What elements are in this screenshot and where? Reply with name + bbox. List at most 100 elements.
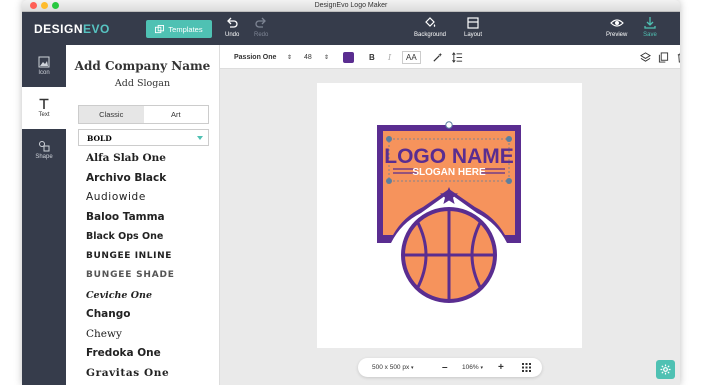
redo-button[interactable]: Redo — [254, 16, 268, 38]
title-bar: DesignEvo Logo Maker — [22, 0, 680, 12]
spacing-button[interactable] — [452, 45, 463, 69]
delete-button[interactable] — [676, 45, 680, 69]
font-item[interactable]: Fredoka One — [86, 344, 219, 364]
templates-label: Templates — [168, 24, 203, 34]
font-item[interactable]: Audiowide — [86, 188, 219, 208]
font-filter-value: BOLD — [87, 134, 112, 143]
font-list: Alfa Slab One Archivo Black Audiowide Ba… — [86, 149, 219, 383]
redo-icon — [255, 17, 267, 28]
zoom-in-button[interactable]: + — [498, 358, 504, 377]
font-item[interactable]: BUNGEE SHADE — [86, 266, 219, 286]
resize-handle[interactable] — [386, 136, 392, 142]
font-item[interactable]: Black Ops One — [86, 227, 219, 247]
bold-button[interactable]: B — [369, 45, 375, 69]
nav-icon-label: Icon — [38, 70, 50, 76]
nav-item-text[interactable]: Text — [22, 87, 66, 129]
layout-icon — [467, 17, 479, 29]
nav-item-icon[interactable]: Icon — [22, 45, 66, 87]
templates-icon — [155, 24, 165, 33]
brand-logo[interactable]: DESIGNEVO — [34, 22, 110, 36]
logo-name-text[interactable]: LOGO NAME — [384, 145, 514, 168]
add-slogan[interactable]: Add Slogan — [66, 78, 219, 89]
close-window-button[interactable] — [30, 2, 37, 9]
layout-button[interactable]: Layout — [464, 16, 482, 38]
minimize-window-button[interactable] — [41, 2, 48, 9]
resize-handle[interactable] — [386, 178, 392, 184]
copy-icon — [658, 51, 669, 63]
eye-icon — [609, 19, 624, 27]
font-item[interactable]: Alfa Slab One — [86, 149, 219, 169]
design-canvas[interactable]: LOGO NAME SLOGAN HERE — [317, 83, 582, 348]
text-color-picker[interactable] — [343, 45, 354, 69]
background-button[interactable]: Background — [414, 16, 446, 38]
font-filter-select[interactable]: BOLD — [78, 129, 209, 146]
font-family-stepper-icon[interactable]: ⇕ — [287, 45, 292, 69]
effects-button[interactable] — [432, 45, 443, 69]
zoom-value: 106% — [462, 364, 479, 371]
color-swatch — [343, 51, 354, 63]
left-nav: Icon Text Shape — [22, 45, 66, 385]
font-size-stepper-icon[interactable]: ⇕ — [324, 45, 329, 69]
layers-icon — [640, 51, 651, 62]
slogan-text[interactable]: SLOGAN HERE — [412, 167, 486, 178]
settings-button[interactable] — [656, 360, 675, 379]
templates-button[interactable]: Templates — [146, 20, 212, 38]
font-item[interactable]: Chewy — [86, 325, 219, 345]
font-item[interactable]: Gravitas One — [86, 364, 219, 384]
download-icon — [644, 17, 656, 29]
zoom-out-button[interactable]: – — [442, 358, 448, 377]
font-family-select[interactable]: Passion One — [234, 45, 276, 69]
app-window: DesignEvo Logo Maker DESIGNEVO Templates… — [22, 0, 680, 385]
nav-item-shape[interactable]: Shape — [22, 129, 66, 171]
tab-art[interactable]: Art — [144, 106, 209, 123]
redo-label: Redo — [254, 32, 269, 38]
undo-icon — [227, 17, 238, 28]
canvas-size-caret-icon: ▾ — [411, 364, 414, 371]
save-button[interactable]: Save — [643, 16, 657, 38]
grid-toggle[interactable] — [522, 358, 531, 377]
tab-classic[interactable]: Classic — [79, 106, 144, 123]
image-icon — [38, 56, 50, 68]
layout-label: Layout — [464, 32, 483, 38]
add-company-name[interactable]: Add Company Name — [66, 59, 219, 73]
preview-button[interactable]: Preview — [606, 16, 627, 38]
layers-button[interactable] — [640, 45, 651, 69]
brand-part2: EVO — [83, 22, 110, 36]
font-item[interactable]: BUNGEE INLINE — [86, 247, 219, 267]
text-case-button[interactable]: AA — [402, 45, 421, 69]
shapes-icon — [39, 141, 50, 152]
text-t-icon — [39, 98, 49, 109]
basketball-icon — [401, 207, 497, 303]
font-category-tabs: Classic Art — [78, 105, 209, 124]
font-item[interactable]: Baloo Tamma — [86, 208, 219, 228]
line-spacing-icon — [452, 51, 463, 63]
canvas-size-select[interactable]: 500 x 500 px ▾ — [372, 358, 414, 377]
font-item[interactable]: Archivo Black — [86, 169, 219, 189]
resize-handle[interactable] — [506, 136, 512, 142]
zoom-caret-icon: ▾ — [480, 364, 483, 371]
canvas-bottom-bar: 500 x 500 px ▾ – 106% ▾ + — [358, 358, 542, 377]
text-case-label: AA — [402, 50, 421, 64]
logo-artwork[interactable]: LOGO NAME SLOGAN HERE — [317, 83, 582, 348]
duplicate-button[interactable] — [658, 45, 669, 69]
text-toolbar: Passion One ⇕ 48 ⇕ B I AA — [220, 45, 680, 69]
top-toolbar: DESIGNEVO Templates Undo Redo Background… — [22, 12, 680, 45]
window-title: DesignEvo Logo Maker — [314, 2, 388, 9]
resize-handle[interactable] — [506, 178, 512, 184]
undo-button[interactable]: Undo — [225, 16, 239, 38]
nav-shape-label: Shape — [35, 154, 53, 160]
italic-button[interactable]: I — [388, 45, 391, 69]
rotate-handle[interactable] — [445, 121, 453, 129]
maximize-window-button[interactable] — [52, 2, 59, 9]
nav-text-label: Text — [38, 112, 50, 118]
font-item[interactable]: Ceviche One — [86, 286, 219, 306]
zoom-select[interactable]: 106% ▾ — [462, 358, 483, 377]
save-label: Save — [643, 32, 657, 38]
gear-icon — [660, 364, 671, 375]
text-panel: Add Company Name Add Slogan Classic Art … — [66, 45, 220, 385]
font-item[interactable]: Chango — [86, 305, 219, 325]
chevron-down-icon — [197, 136, 203, 140]
font-size-input[interactable]: 48 — [304, 45, 312, 69]
preview-label: Preview — [606, 32, 628, 38]
font-family-value: Passion One — [234, 53, 277, 61]
